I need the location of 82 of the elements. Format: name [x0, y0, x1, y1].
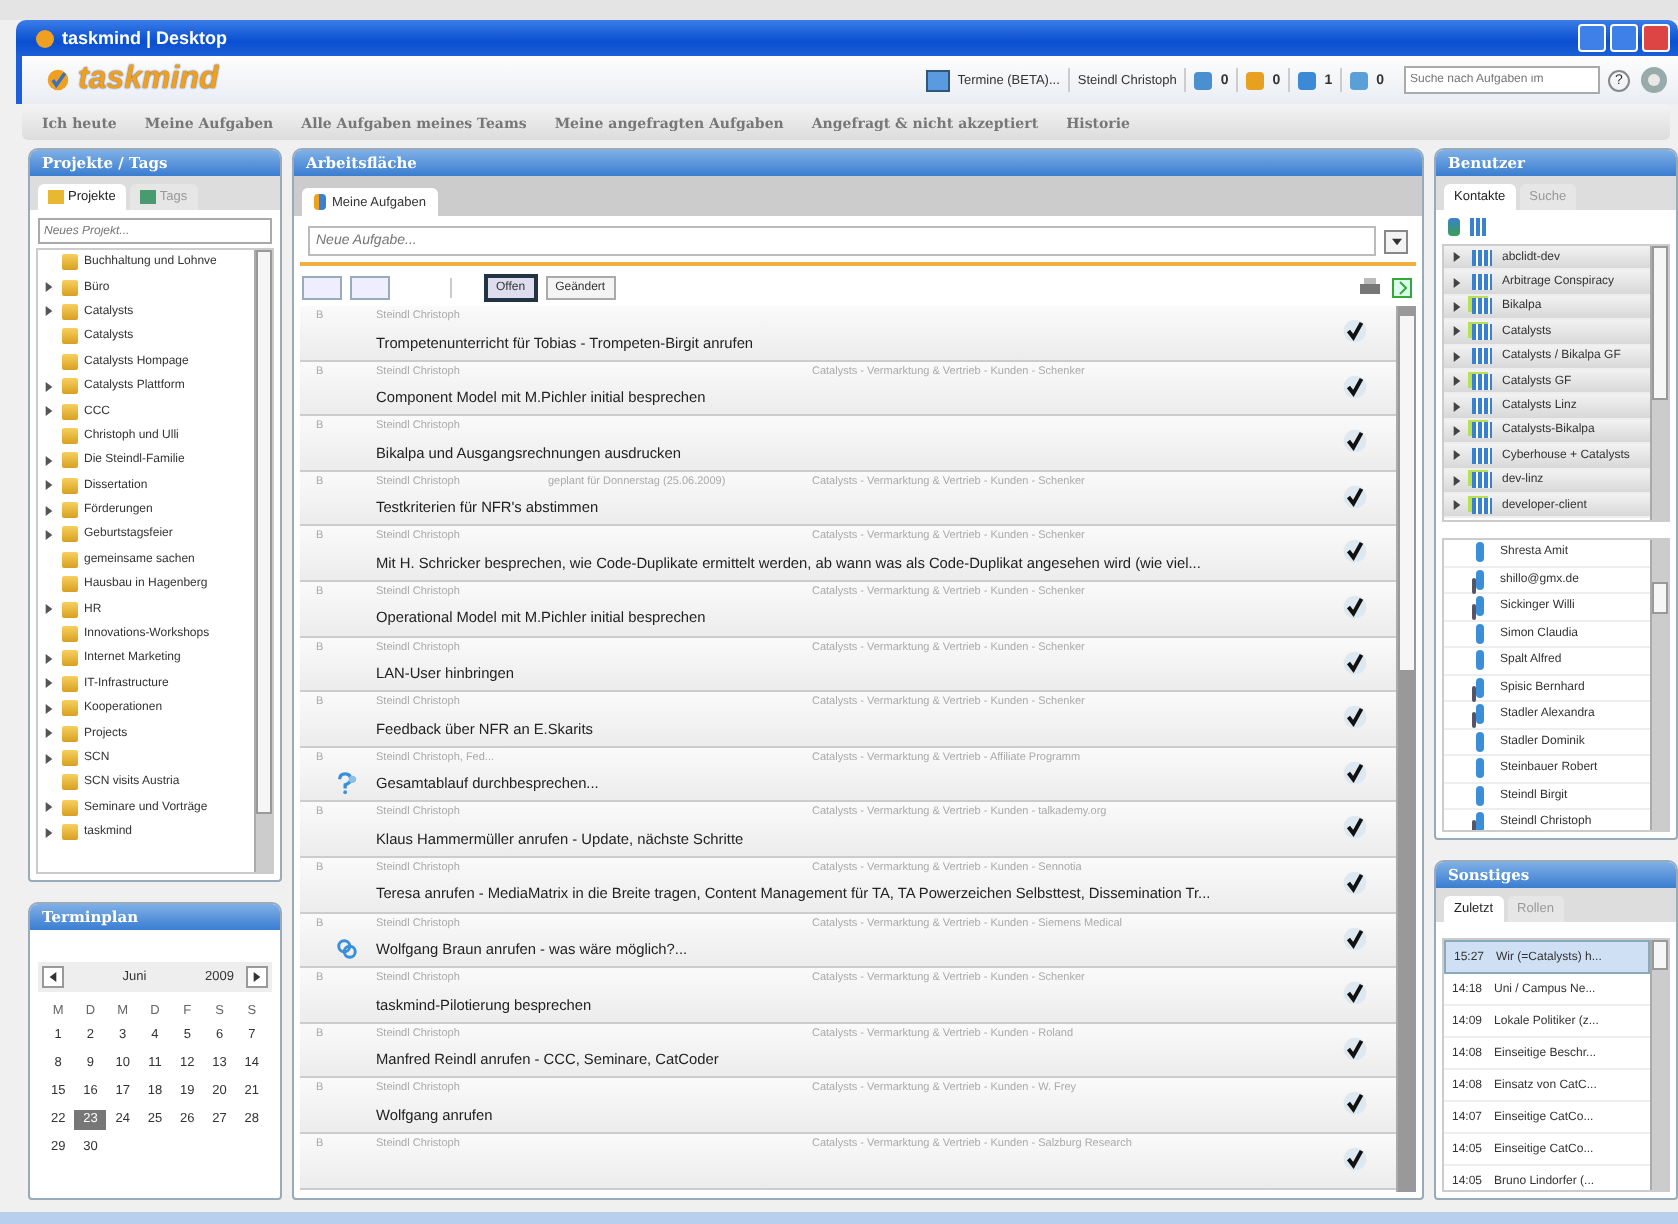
person-icon — [1476, 731, 1484, 752]
person-icon — [1476, 677, 1484, 698]
complete-check-icon[interactable] — [1342, 1035, 1368, 1062]
complete-check-icon[interactable] — [1342, 428, 1368, 455]
counter-icon[interactable] — [1194, 71, 1213, 89]
expand-arrow-icon[interactable] — [44, 282, 54, 293]
close-button[interactable] — [1642, 24, 1670, 52]
complete-check-icon[interactable] — [1342, 759, 1368, 786]
expand-arrow-icon[interactable] — [44, 306, 54, 317]
expand-arrow-icon[interactable] — [44, 653, 54, 664]
previous-month-button[interactable] — [42, 966, 64, 988]
expand-arrow-icon[interactable] — [1452, 326, 1462, 337]
person-icon — [1476, 758, 1484, 779]
expand-arrow-icon[interactable] — [44, 703, 54, 714]
complete-check-icon[interactable] — [1342, 814, 1368, 841]
expand-arrow-icon[interactable] — [44, 678, 54, 689]
expand-arrow-icon[interactable] — [1452, 301, 1462, 312]
expand-arrow-icon[interactable] — [44, 753, 54, 763]
complete-check-icon[interactable] — [1342, 980, 1368, 1007]
question-icon — [335, 772, 357, 795]
expand-arrow-icon[interactable] — [44, 480, 54, 491]
add-group-icon[interactable] — [1470, 218, 1488, 236]
person-icon — [1476, 542, 1484, 563]
expand-arrow-icon[interactable] — [1452, 351, 1462, 362]
complete-check-icon[interactable] — [1342, 649, 1368, 676]
counter-icon[interactable] — [1350, 71, 1369, 89]
expand-arrow-icon[interactable] — [44, 604, 54, 615]
minimize-button[interactable] — [1578, 24, 1606, 52]
person-icon — [1476, 569, 1484, 590]
expand-arrow-icon[interactable] — [44, 728, 54, 739]
person-icon — [1476, 785, 1484, 806]
expand-arrow-icon[interactable] — [44, 529, 54, 540]
expand-arrow-icon[interactable] — [1452, 252, 1462, 263]
expand-arrow-icon[interactable] — [44, 505, 54, 516]
next-month-button[interactable] — [246, 966, 268, 988]
person-icon — [1476, 704, 1484, 725]
person-icon — [1476, 650, 1484, 671]
complete-check-icon[interactable] — [1342, 483, 1368, 510]
expand-arrow-icon[interactable] — [44, 827, 54, 838]
expand-arrow-icon[interactable] — [1452, 425, 1462, 436]
logo-text: taskmind — [78, 62, 219, 98]
add-user-icon[interactable] — [1448, 218, 1460, 236]
check-logo-icon — [46, 68, 70, 92]
scrollbar[interactable] — [1650, 540, 1668, 830]
expand-arrow-icon[interactable] — [1452, 376, 1462, 387]
complete-check-icon[interactable] — [1342, 869, 1368, 896]
complete-check-icon[interactable] — [1342, 704, 1368, 731]
dropdown-button[interactable] — [1384, 229, 1408, 253]
expand-arrow-icon[interactable] — [1452, 475, 1462, 486]
person-icon — [1476, 812, 1484, 830]
complete-check-icon[interactable] — [1342, 1090, 1368, 1117]
scrollbar[interactable] — [1650, 940, 1668, 1190]
left-arrow-icon — [48, 972, 58, 982]
app-icon — [36, 29, 54, 47]
maximize-button[interactable] — [1610, 24, 1638, 52]
window-title: taskmind | Desktop — [62, 28, 228, 48]
link-icon — [335, 938, 357, 961]
expand-arrow-icon[interactable] — [1452, 450, 1462, 461]
caret-icon — [1391, 237, 1401, 245]
expand-arrow-icon[interactable] — [1452, 500, 1462, 511]
expand-arrow-icon[interactable] — [44, 802, 54, 813]
complete-check-icon[interactable] — [1342, 318, 1368, 344]
print-icon[interactable] — [1358, 276, 1382, 300]
expand-arrow-icon[interactable] — [44, 381, 54, 392]
expand-arrow-icon[interactable] — [1452, 401, 1462, 412]
counter-icon[interactable] — [1298, 71, 1317, 89]
scrollbar[interactable] — [1650, 246, 1668, 520]
expand-arrow-icon[interactable] — [44, 455, 54, 466]
complete-check-icon[interactable] — [1342, 925, 1368, 952]
scrollbar[interactable] — [1396, 306, 1416, 1192]
expand-arrow-icon[interactable] — [44, 406, 54, 417]
calendar-icon — [925, 69, 950, 91]
right-arrow-icon — [252, 972, 262, 982]
expand-arrow-icon[interactable] — [1452, 277, 1462, 288]
export-icon[interactable] — [1390, 276, 1414, 300]
person-icon — [1476, 596, 1484, 617]
complete-check-icon[interactable] — [1342, 373, 1368, 400]
complete-check-icon[interactable] — [1342, 538, 1368, 565]
complete-check-icon[interactable] — [1342, 1145, 1368, 1172]
scrollbar[interactable] — [254, 250, 272, 872]
person-icon — [1476, 623, 1484, 644]
complete-check-icon[interactable] — [1342, 593, 1368, 620]
